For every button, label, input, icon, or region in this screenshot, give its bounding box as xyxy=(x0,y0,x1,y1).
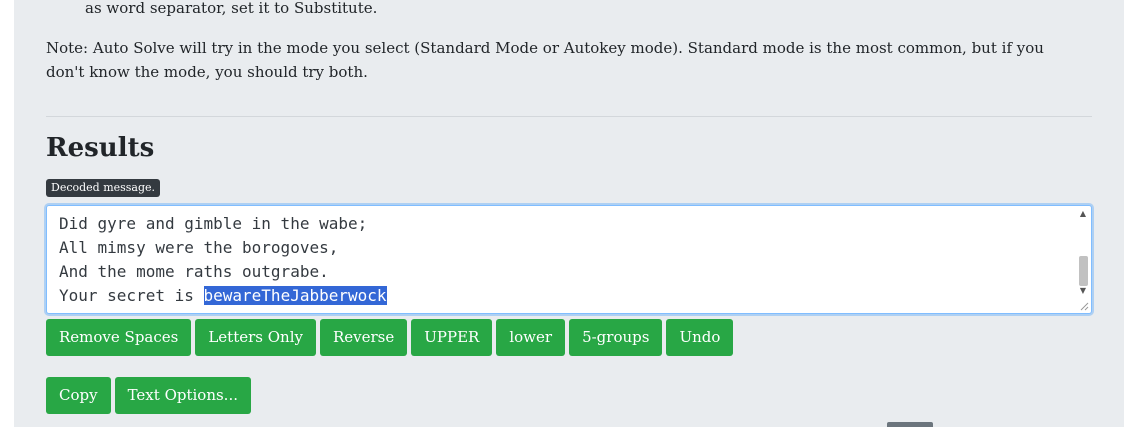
copy-button[interactable]: Copy xyxy=(46,377,111,414)
output-line: Your secret is bewareTheJabberwock xyxy=(59,284,387,308)
copy-toolbar: Copy Text Options... xyxy=(46,377,251,414)
undo-button[interactable]: Undo xyxy=(666,319,734,356)
text-options-button[interactable]: Text Options... xyxy=(114,377,251,414)
letters-only-button[interactable]: Letters Only xyxy=(195,319,316,356)
output-line-prefix: Your secret is xyxy=(59,286,204,305)
text-transform-toolbar: Remove Spaces Letters Only Reverse UPPER… xyxy=(46,319,734,356)
scroll-thumb[interactable] xyxy=(1079,256,1088,286)
textarea-scrollbar[interactable]: ▲ ▼ xyxy=(1077,208,1089,311)
lowercase-button[interactable]: lower xyxy=(496,319,566,356)
remove-spaces-button[interactable]: Remove Spaces xyxy=(46,319,192,356)
output-line: All mimsy were the borogoves, xyxy=(59,238,339,257)
scroll-up-arrow-icon[interactable]: ▲ xyxy=(1077,208,1089,220)
section-divider xyxy=(46,116,1092,117)
uppercase-button[interactable]: UPPER xyxy=(411,319,493,356)
reverse-button[interactable]: Reverse xyxy=(319,319,408,356)
decoded-message-tooltip: Decoded message. xyxy=(46,179,161,197)
output-textarea[interactable]: Did gyre and gimble in the wabe; All mims… xyxy=(46,205,1092,314)
resize-grip-icon[interactable] xyxy=(1079,301,1089,311)
instruction-fragment: as word separator, set it to Substitute. xyxy=(85,0,378,17)
scroll-down-arrow-icon[interactable]: ▼ xyxy=(1077,285,1089,297)
output-text: Did gyre and gimble in the wabe; All mims… xyxy=(59,206,387,308)
output-line-partial xyxy=(59,206,387,212)
output-line: Did gyre and gimble in the wabe; xyxy=(59,214,368,233)
results-title: Results xyxy=(46,133,155,163)
output-line: And the mome raths outgrabe. xyxy=(59,262,329,281)
five-groups-button[interactable]: 5-groups xyxy=(569,319,663,356)
partial-button-edge[interactable] xyxy=(887,422,933,427)
selected-secret-text[interactable]: bewareTheJabberwock xyxy=(203,286,387,305)
auto-solve-note: Note: Auto Solve will try in the mode yo… xyxy=(46,39,1044,81)
